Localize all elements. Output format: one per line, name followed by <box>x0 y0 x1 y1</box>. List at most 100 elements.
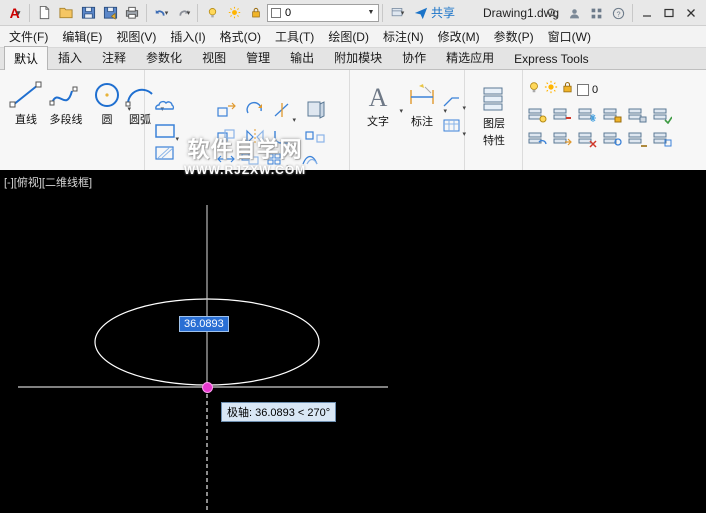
tab-express-tools[interactable]: Express Tools <box>504 48 598 69</box>
help-button[interactable]: ? <box>607 2 629 24</box>
chevron-down-icon[interactable]: ▾ <box>292 116 296 124</box>
layer-match-icon <box>652 106 672 124</box>
menu-tools[interactable]: 工具(T) <box>268 26 321 47</box>
trim-tool[interactable]: ▾ <box>272 100 294 125</box>
menu-format[interactable]: 格式(O) <box>213 26 268 47</box>
lightbulb-icon[interactable] <box>527 80 541 99</box>
tab-view[interactable]: 视图 <box>192 45 236 69</box>
layer-tools-row1 <box>527 106 672 129</box>
stretch-tool[interactable] <box>216 152 236 171</box>
title-bar: A ▾ ▾ ▾ <box>0 0 706 26</box>
sun-icon[interactable] <box>544 80 558 99</box>
sun-icon[interactable] <box>223 2 245 24</box>
minimize-button[interactable] <box>636 2 658 24</box>
app-store-button[interactable] <box>585 2 607 24</box>
array-tool[interactable]: ▾ <box>266 152 288 171</box>
tab-collaborate[interactable]: 协作 <box>392 45 436 69</box>
layer-tool-3[interactable] <box>577 106 597 129</box>
color-swatch-icon[interactable] <box>577 84 589 96</box>
menu-view[interactable]: 视图(V) <box>109 26 163 47</box>
stretch-icon <box>216 152 236 166</box>
lock-icon[interactable] <box>561 80 574 99</box>
leader-icon-btn[interactable]: ▾ <box>442 92 462 113</box>
base-point-grip[interactable] <box>202 382 213 393</box>
layer-tool-6[interactable] <box>652 106 672 129</box>
layer-bulb-icon[interactable] <box>201 2 223 24</box>
layer-tool-11[interactable] <box>627 130 647 153</box>
question-mark-icon: ? <box>612 7 625 20</box>
line-icon <box>9 80 43 110</box>
rotate-tool[interactable] <box>244 100 266 125</box>
layer-combo[interactable]: 0 ▼ <box>267 4 379 22</box>
cloud-revision-icon-btn[interactable] <box>153 98 179 119</box>
menu-insert[interactable]: 插入(I) <box>163 26 212 47</box>
chevron-down-icon[interactable]: ▾ <box>292 142 296 150</box>
lock-icon[interactable] <box>245 2 267 24</box>
tab-parametric[interactable]: 参数化 <box>136 45 192 69</box>
layer-tool-5[interactable] <box>627 106 647 129</box>
table-icon-btn[interactable]: ▾ <box>442 118 462 139</box>
menu-file[interactable]: 文件(F) <box>2 26 55 47</box>
tab-output[interactable]: 输出 <box>280 45 324 69</box>
chevron-down-icon[interactable]: ▾ <box>175 135 179 143</box>
undo-button[interactable]: ▾ <box>150 2 172 24</box>
circle-tool-label: 圆 <box>102 111 113 127</box>
workspace-switch-button[interactable]: ▾ <box>386 2 408 24</box>
menu-draw[interactable]: 绘图(D) <box>321 26 376 47</box>
tab-insert[interactable]: 插入 <box>48 45 92 69</box>
line-tool[interactable]: 直线 <box>4 80 48 127</box>
share-button[interactable]: 共享 <box>408 3 461 23</box>
layer-tool-12[interactable] <box>652 130 672 153</box>
copy-tool[interactable] <box>216 128 238 151</box>
layer-tool-2[interactable] <box>552 106 572 129</box>
fillet-tool[interactable]: ▾ <box>272 128 294 151</box>
dimension-tool[interactable]: 标注 ▾ <box>400 82 444 129</box>
chevron-down-icon[interactable]: ▼ <box>364 5 378 21</box>
hatch-icon-btn[interactable] <box>153 144 179 167</box>
layer-properties-manager[interactable]: 图层 特性 <box>469 84 519 148</box>
restore-button[interactable] <box>658 2 680 24</box>
polyline-tool[interactable]: 多段线 <box>44 80 88 127</box>
minimize-icon <box>641 7 653 19</box>
line-tool-label: 直线 <box>15 111 37 127</box>
mirror-tool[interactable] <box>244 128 266 151</box>
text-tool[interactable]: A 文字 ▾ <box>356 82 400 129</box>
menu-parametric[interactable]: 参数(P) <box>487 26 541 47</box>
menu-dimension[interactable]: 标注(N) <box>376 26 431 47</box>
save-as-button[interactable] <box>99 2 121 24</box>
layer-tool-9[interactable] <box>577 130 597 153</box>
erase-tool[interactable] <box>304 98 328 125</box>
share-paperplane-icon <box>414 6 428 20</box>
menu-modify[interactable]: 修改(M) <box>431 26 487 47</box>
divider <box>29 4 30 22</box>
menu-window[interactable]: 窗口(W) <box>541 26 598 47</box>
sign-in-button[interactable] <box>563 2 585 24</box>
open-file-button[interactable] <box>55 2 77 24</box>
plot-button[interactable] <box>121 2 143 24</box>
tab-annotate[interactable]: 注释 <box>92 45 136 69</box>
rectangle-icon-btn[interactable]: ▾ <box>153 122 179 145</box>
tab-manage[interactable]: 管理 <box>236 45 280 69</box>
layer-tool-4[interactable] <box>602 106 622 129</box>
layer-tool-10[interactable] <box>602 130 622 153</box>
tab-default[interactable]: 默认 <box>4 46 48 70</box>
dynamic-input-field[interactable]: 36.0893 <box>179 316 229 332</box>
autocad-A-icon[interactable]: A ▾ <box>4 2 26 24</box>
close-button[interactable] <box>680 2 702 24</box>
layer-tool-8[interactable] <box>552 130 572 153</box>
drawing-canvas[interactable]: [-][俯视][二维线框] 36.0893 极轴: 36.0893 < 270° <box>0 170 706 513</box>
tab-addins[interactable]: 附加模块 <box>324 45 392 69</box>
tab-featured-apps[interactable]: 精选应用 <box>436 45 504 69</box>
polar-tooltip: 极轴: 36.0893 < 270° <box>221 402 336 422</box>
move-tool[interactable] <box>216 100 238 125</box>
menu-edit[interactable]: 编辑(E) <box>55 26 109 47</box>
offset-tool[interactable] <box>300 152 324 171</box>
layer-tool-1[interactable] <box>527 106 547 129</box>
new-file-button[interactable] <box>33 2 55 24</box>
redo-button[interactable]: ▾ <box>172 2 194 24</box>
search-help-input[interactable] <box>541 2 563 24</box>
layer-tool-7[interactable] <box>527 130 547 153</box>
scale-tool[interactable] <box>240 152 260 171</box>
explode-tool[interactable] <box>304 128 328 151</box>
save-button[interactable] <box>77 2 99 24</box>
